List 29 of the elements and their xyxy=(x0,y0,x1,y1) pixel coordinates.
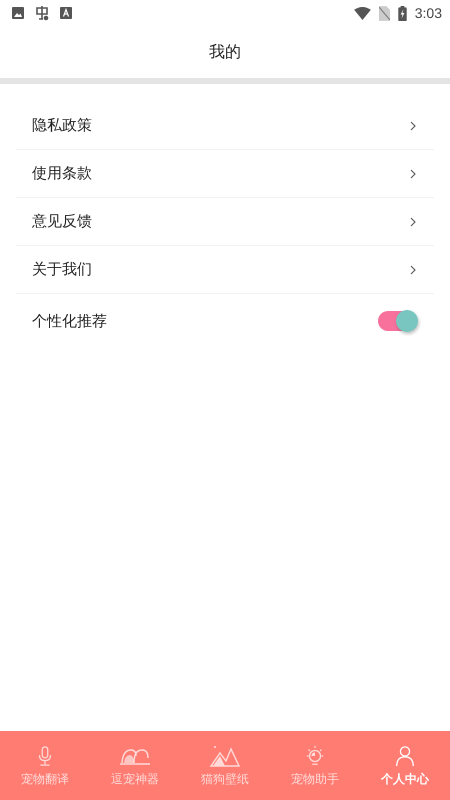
nav-tab[interactable]: 宠物翻译 xyxy=(0,731,90,800)
toggle-switch[interactable] xyxy=(378,311,416,331)
person-icon xyxy=(394,744,416,768)
image-icon xyxy=(12,7,24,19)
nav-tab[interactable]: 宠物助手 xyxy=(270,731,360,800)
chevron-right-icon xyxy=(410,216,416,226)
menu-label: 意见反馈 xyxy=(32,212,92,231)
menu-label: 关于我们 xyxy=(32,260,92,279)
menu-label: 使用条款 xyxy=(32,164,92,183)
chevron-right-icon xyxy=(410,168,416,178)
setting-label: 个性化推荐 xyxy=(32,312,107,330)
menu-label: 隐私政策 xyxy=(32,116,92,135)
menu-item[interactable]: 使用条款 xyxy=(16,150,434,198)
menu-item[interactable]: 隐私政策 xyxy=(16,102,434,150)
page-title: 我的 xyxy=(209,42,241,62)
chevron-right-icon xyxy=(410,120,416,130)
no-sim-icon xyxy=(378,6,390,20)
chevron-right-icon xyxy=(410,264,416,274)
nav-tab[interactable]: 猫狗壁纸 xyxy=(180,731,270,800)
wifi-icon xyxy=(354,6,371,20)
text-icon xyxy=(60,7,72,19)
battery-icon xyxy=(398,6,407,20)
lightbulb-icon xyxy=(304,744,326,768)
menu-item[interactable]: 关于我们 xyxy=(16,246,434,294)
clock: 3:03 xyxy=(414,5,442,21)
nav-tab[interactable]: 逗宠神器 xyxy=(90,731,180,800)
nav-tab[interactable]: 个人中心 xyxy=(360,731,450,800)
menu-item[interactable]: 意见反馈 xyxy=(16,198,434,246)
mountains-icon xyxy=(209,744,241,768)
